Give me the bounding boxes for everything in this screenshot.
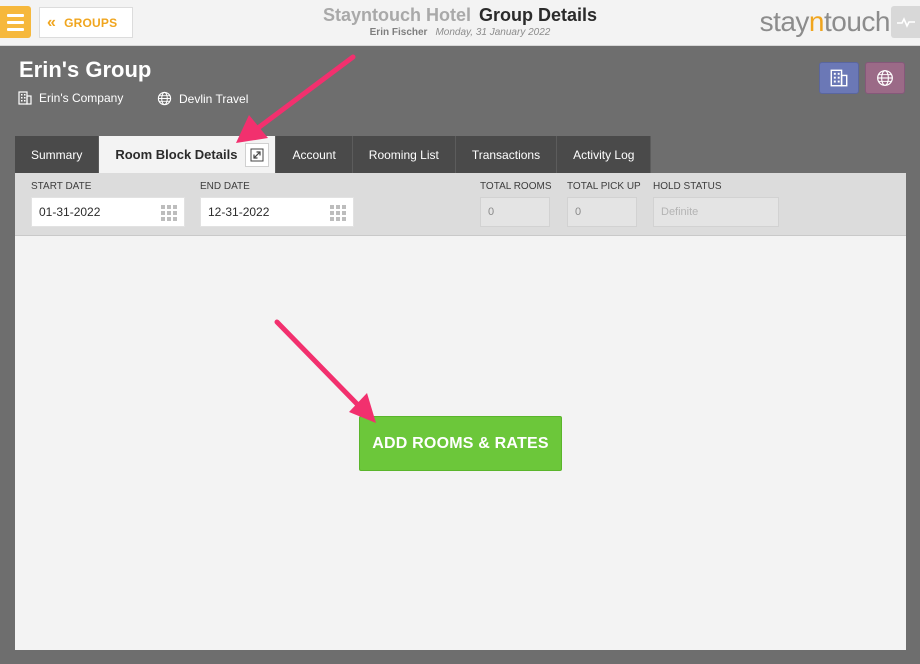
total-pickup-field: 0 <box>567 197 637 227</box>
tab-activity-log[interactable]: Activity Log <box>557 136 652 173</box>
user-name: Erin Fischer <box>369 27 428 38</box>
building-icon <box>830 69 848 87</box>
globe-icon <box>877 70 893 86</box>
group-company: Erin's Company <box>18 91 123 105</box>
globe-icon <box>157 91 172 106</box>
expand-button[interactable] <box>245 142 270 167</box>
room-block-panel: START DATE 01-31-2022 END DATE 12-31-202… <box>15 173 906 650</box>
annotation-arrow-expand <box>236 54 356 143</box>
end-date-label: END DATE <box>200 181 250 192</box>
travel-agent-card-button[interactable] <box>865 62 905 94</box>
room-block-filters: START DATE 01-31-2022 END DATE 12-31-202… <box>15 173 906 236</box>
total-rooms-field: 0 <box>480 197 550 227</box>
tab-room-block-details[interactable]: Room Block Details <box>99 136 277 173</box>
company-card-button[interactable] <box>819 62 859 94</box>
company-name: Erin's Company <box>39 91 124 105</box>
calendar-icon <box>161 205 177 221</box>
tab-transactions[interactable]: Transactions <box>455 136 558 173</box>
expand-icon <box>250 148 264 161</box>
activity-pulse-button[interactable] <box>891 6 920 38</box>
top-bar: « GROUPS Stayntouch Hotel Group Details E… <box>0 0 920 46</box>
end-date-input[interactable]: 12-31-2022 <box>200 197 354 227</box>
building-icon <box>18 91 32 105</box>
start-date-value: 01-31-2022 <box>39 205 101 219</box>
total-pickup-label: TOTAL PICK UP <box>567 181 641 192</box>
tab-account[interactable]: Account <box>276 136 353 173</box>
tab-summary[interactable]: Summary <box>15 136 100 173</box>
add-rooms-rates-button[interactable]: ADD ROOMS & RATES <box>359 416 562 471</box>
tab-room-block-details-label: Room Block Details <box>115 147 238 162</box>
business-date: Monday, 31 January 2022 <box>435 27 551 38</box>
end-date-value: 12-31-2022 <box>208 205 270 219</box>
hold-status-label: HOLD STATUS <box>653 181 722 192</box>
pulse-icon <box>896 17 915 28</box>
start-date-label: START DATE <box>31 181 92 192</box>
group-travel-agent: Devlin Travel <box>157 91 248 106</box>
page-title: Group Details <box>478 5 598 25</box>
group-tabs: Summary Room Block Details Account Roomi… <box>15 136 652 173</box>
start-date-input[interactable]: 01-31-2022 <box>31 197 185 227</box>
hotel-name: Stayntouch Hotel <box>322 5 471 25</box>
total-rooms-label: TOTAL ROOMS <box>480 181 552 192</box>
travel-agent-name: Devlin Travel <box>179 91 249 106</box>
group-name: Erin's Group <box>19 57 152 82</box>
hold-status-select[interactable]: Definite <box>653 197 779 227</box>
tab-rooming-list[interactable]: Rooming List <box>352 136 456 173</box>
stayntouch-logo: stayntouch <box>759 6 891 37</box>
calendar-icon <box>330 205 346 221</box>
